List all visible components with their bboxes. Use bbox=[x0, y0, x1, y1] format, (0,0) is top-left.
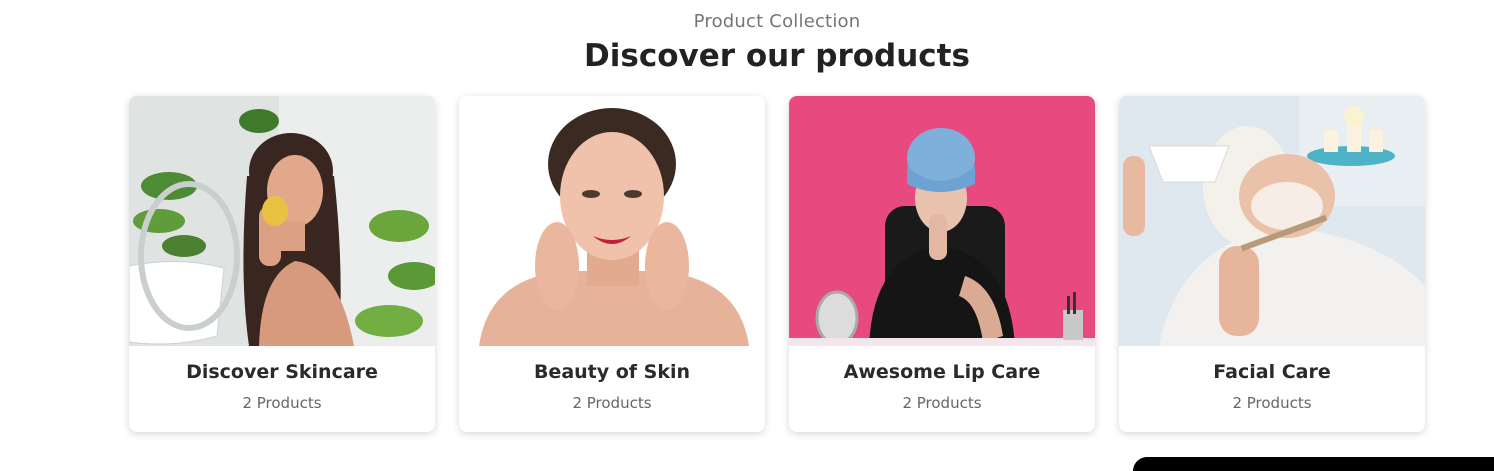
collection-product-count: 2 Products bbox=[1232, 394, 1312, 412]
collection-title[interactable]: Facial Care bbox=[1119, 361, 1425, 383]
section-eyebrow: Product Collection bbox=[693, 11, 861, 32]
collection-product-count: 2 Products bbox=[572, 394, 652, 412]
facial-mask-treatment-photo[interactable] bbox=[1119, 96, 1425, 346]
collection-card-facial-care[interactable]: Facial Care 2 Products bbox=[1119, 96, 1425, 432]
collection-cards: Discover Skincare 2 Products Beauty of S… bbox=[129, 96, 1425, 432]
smiling-woman-portrait-photo[interactable] bbox=[459, 96, 765, 346]
section-title: Discover our products bbox=[584, 38, 970, 74]
product-collection-section: Product Collection Discover our products bbox=[0, 0, 1494, 471]
collection-card-awesome-lip-care[interactable]: Awesome Lip Care 2 Products bbox=[789, 96, 1095, 432]
collection-product-count: 2 Products bbox=[902, 394, 982, 412]
woman-with-sponge-photo[interactable] bbox=[129, 96, 435, 346]
collection-card-discover-skincare[interactable]: Discover Skincare 2 Products bbox=[129, 96, 435, 432]
collection-title[interactable]: Awesome Lip Care bbox=[789, 361, 1095, 383]
collection-title[interactable]: Beauty of Skin bbox=[459, 361, 765, 383]
floating-bar bbox=[1133, 457, 1494, 471]
collection-title[interactable]: Discover Skincare bbox=[129, 361, 435, 383]
collection-product-count: 2 Products bbox=[242, 394, 322, 412]
collection-card-beauty-of-skin[interactable]: Beauty of Skin 2 Products bbox=[459, 96, 765, 432]
woman-with-towel-lip-care-photo[interactable] bbox=[789, 96, 1095, 346]
